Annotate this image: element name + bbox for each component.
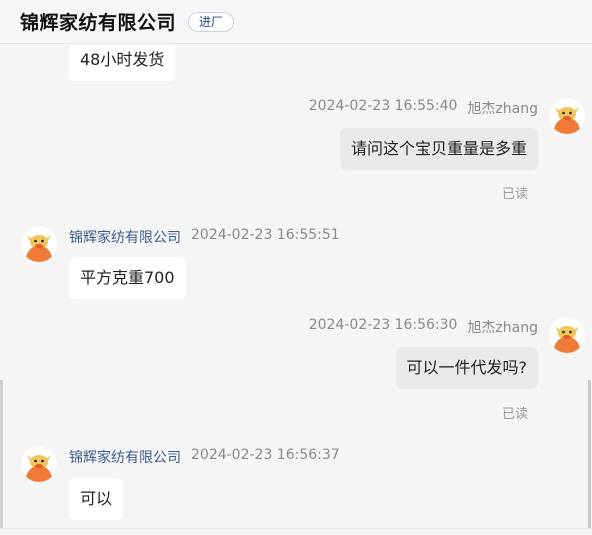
message-sender: 旭杰zhang [467, 101, 538, 117]
shop-title: 锦辉家纺有限公司 [20, 12, 177, 34]
scrollbar[interactable] [588, 380, 591, 528]
message-time: 2024-02-23 16:55:51 [191, 227, 340, 243]
message-sender: 锦辉家纺有限公司 [69, 450, 181, 466]
cow-mascot-icon[interactable] [21, 226, 57, 262]
composer-divider [0, 528, 592, 535]
read-status: 已读 [501, 407, 528, 422]
message-bubble-outgoing: 请问这个宝贝重量是多重 [339, 128, 538, 170]
message-list[interactable]: 48小时发货 2024-02-23 16:55:40 旭杰zhang 请问这个宝… [0, 45, 592, 528]
message-bubble-incoming: 平方克重700 [69, 257, 186, 299]
panel-divider [0, 380, 3, 528]
message-bubble-outgoing: 可以一件代发吗? [395, 347, 538, 389]
chat-header: 锦辉家纺有限公司 进厂 [0, 0, 592, 44]
cow-mascot-icon[interactable] [21, 446, 57, 482]
cow-mascot-icon[interactable] [549, 98, 585, 134]
message-bubble-incoming: 48小时发货 [69, 45, 176, 81]
message-sender: 旭杰zhang [467, 320, 538, 336]
message-time: 2024-02-23 16:55:40 [308, 98, 458, 114]
read-status: 已读 [501, 187, 528, 202]
message-time: 2024-02-23 16:56:37 [191, 447, 340, 463]
message-meta-outgoing: 2024-02-23 16:55:40 旭杰zhang [309, 98, 538, 118]
message-sender: 锦辉家纺有限公司 [69, 230, 181, 246]
message-meta-incoming: 锦辉家纺有限公司 2024-02-23 16:55:51 [69, 227, 340, 247]
enter-shop-button[interactable]: 进厂 [188, 11, 235, 32]
message-meta-incoming: 锦辉家纺有限公司 2024-02-23 16:56:37 [69, 447, 340, 467]
message-bubble-incoming: 可以 [69, 478, 124, 520]
message-time: 2024-02-23 16:56:30 [308, 317, 458, 333]
message-meta-outgoing: 2024-02-23 16:56:30 旭杰zhang [309, 317, 538, 337]
cow-mascot-icon[interactable] [549, 317, 585, 353]
